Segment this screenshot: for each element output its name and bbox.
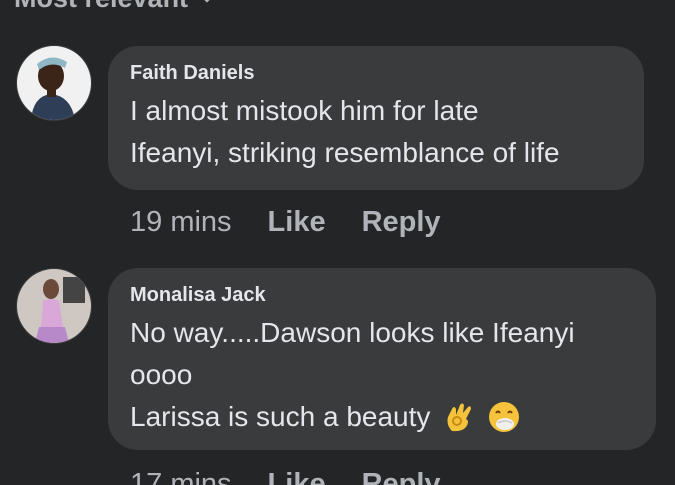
comment-text-line: No way.....Dawson looks like Ifeanyi [130,317,575,348]
comments-page: Most relevant Faith Daniels I almost mis… [0,0,675,485]
avatar[interactable] [16,45,92,121]
comment-author[interactable]: Monalisa Jack [130,284,634,306]
ok-hand-emoji [447,403,472,432]
face-with-hand-over-mouth-emoji [488,402,519,432]
comment-text-line: I almost mistook him for late [130,95,479,126]
like-button[interactable]: Like [268,206,326,239]
comment-timestamp[interactable]: 17 mins [130,468,232,485]
avatar-photo [17,269,91,343]
comment-bubble: Monalisa Jack No way.....Dawson looks li… [108,268,656,450]
like-button[interactable]: Like [268,468,326,485]
comment-item: Monalisa Jack No way.....Dawson looks li… [0,250,675,485]
comment-text-line: oooo [130,359,193,390]
comment-author[interactable]: Faith Daniels [130,62,622,84]
comment-item: Faith Daniels I almost mistook him for l… [0,0,675,250]
comment-actions: 19 mins Like Reply [130,206,441,239]
comment-bubble: Faith Daniels I almost mistook him for l… [108,46,644,190]
avatar-photo [17,46,91,120]
reply-button[interactable]: Reply [362,206,441,239]
comment-text: Larissa is such a beauty [130,401,431,432]
comment-actions: 17 mins Like Reply [130,468,441,485]
reply-button[interactable]: Reply [362,468,441,485]
comment-text-line: Ifeanyi, striking resemblance of life [130,137,560,168]
comment-timestamp[interactable]: 19 mins [130,206,232,239]
comment-text-line-with-emoji: Larissa is such a beauty [130,396,634,438]
avatar[interactable] [16,268,92,344]
